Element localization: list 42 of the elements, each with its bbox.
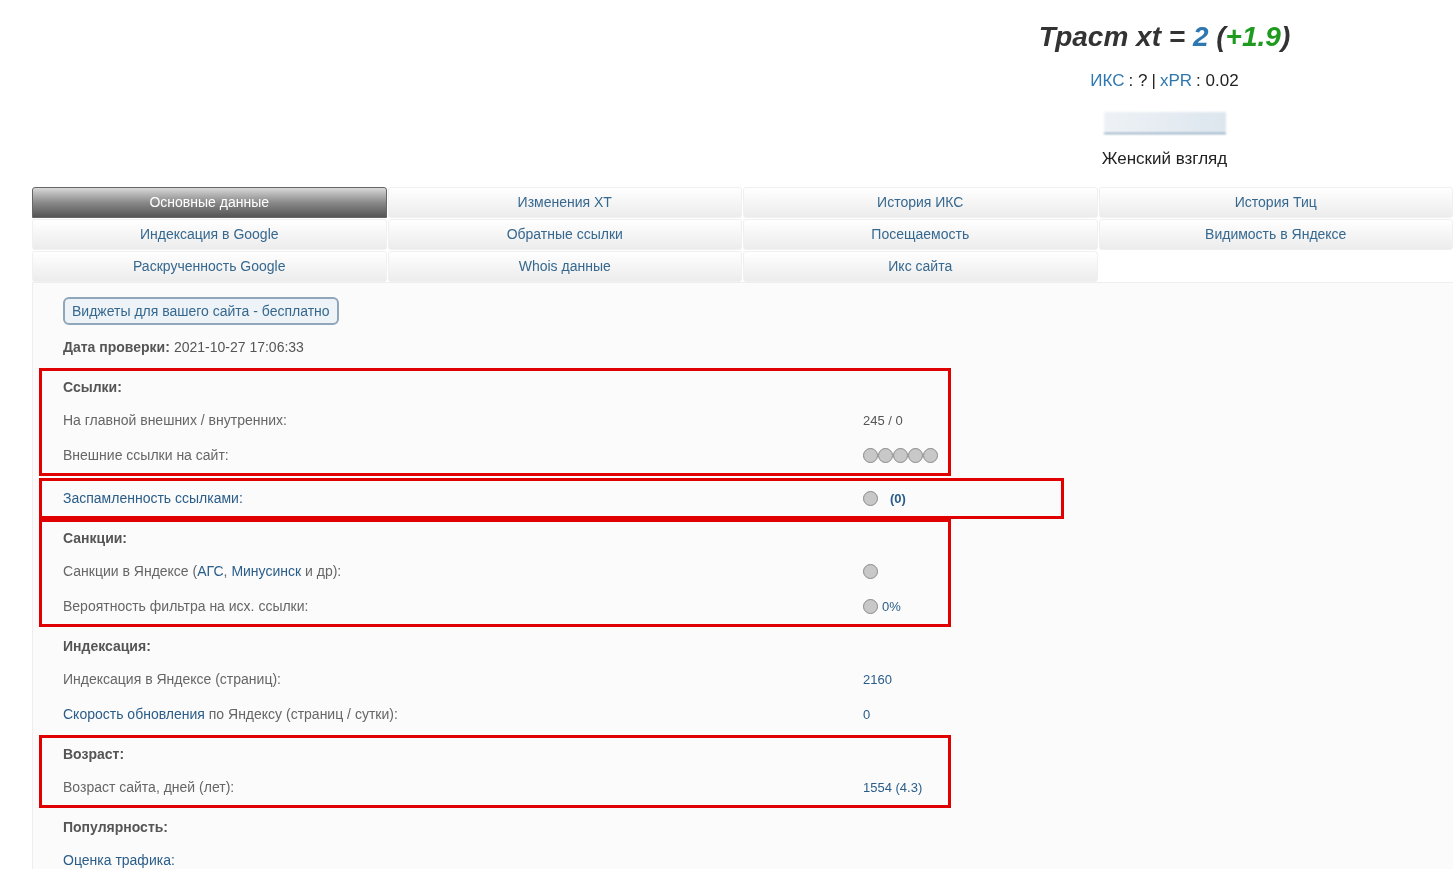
- metric-link[interactable]: ИКС: [1090, 68, 1125, 94]
- section-heading: Ссылки:: [63, 377, 122, 397]
- tab[interactable]: История Тиц: [1098, 187, 1453, 218]
- date-label: Дата проверки:: [63, 338, 170, 357]
- tab[interactable]: История ИКС: [743, 187, 1098, 218]
- row-label: Возраст сайта, дней (лет):: [63, 778, 236, 797]
- blurred-domain[interactable]: [1103, 111, 1226, 134]
- value-link[interactable]: 2160: [863, 669, 892, 690]
- tab[interactable]: Раскрученность Google: [32, 251, 387, 282]
- row-label: Скорость обновления по Яндексу (страниц / сутки):: [63, 705, 399, 724]
- tab[interactable]: Изменения XT: [387, 187, 742, 218]
- site-name: Женский взгляд: [1101, 147, 1228, 170]
- row-label: Оценка трафика:: [63, 851, 176, 869]
- tab[interactable]: Whois данные: [387, 251, 742, 282]
- section-heading: Индексация:: [63, 636, 151, 656]
- percent-link[interactable]: 0%: [882, 596, 901, 617]
- tab[interactable]: Посещаемость: [743, 219, 1098, 250]
- value-link[interactable]: 0: [863, 704, 871, 725]
- row-label: Индексация в Яндексе (страниц):: [63, 670, 282, 689]
- tab[interactable]: Икс сайта: [743, 251, 1098, 282]
- row-label: Вероятность фильтра на исх. ссылки:: [63, 597, 310, 616]
- separator-text: |: [1151, 70, 1156, 92]
- tab[interactable]: Видимость в Яндексе: [1098, 219, 1453, 250]
- metric-value: : 0.02: [1196, 70, 1239, 92]
- tab[interactable]: Обратные ссылки: [387, 219, 742, 250]
- tab[interactable]: Основные данные: [32, 187, 387, 218]
- trust-title: Траст xt = 2 (+1.9): [1038, 20, 1291, 54]
- tab[interactable]: Индексация в Google: [32, 219, 387, 250]
- value-text: 245 / 0: [863, 411, 903, 430]
- metric-value: : ?: [1128, 70, 1148, 92]
- date-value: 2021-10-27 17:06:33: [173, 338, 304, 357]
- row-label: Заспамленность ссылками:: [63, 489, 244, 508]
- widgets-button[interactable]: Виджеты для вашего сайта - бесплатно: [63, 297, 339, 325]
- section-heading: Возраст:: [63, 744, 125, 764]
- row-label: На главной внешних / внутренних:: [63, 411, 288, 430]
- value-link[interactable]: 1554 (4.3): [863, 777, 923, 798]
- metric-link[interactable]: xPR: [1159, 68, 1193, 94]
- row-label: Внешние ссылки на сайт:: [63, 446, 230, 465]
- count-link[interactable]: (0): [890, 488, 906, 509]
- row-label: Санкции в Яндексе (АГС, Минусинск и др):: [63, 562, 343, 581]
- section-heading: Санкции:: [63, 528, 127, 548]
- section-heading: Популярность:: [63, 817, 169, 837]
